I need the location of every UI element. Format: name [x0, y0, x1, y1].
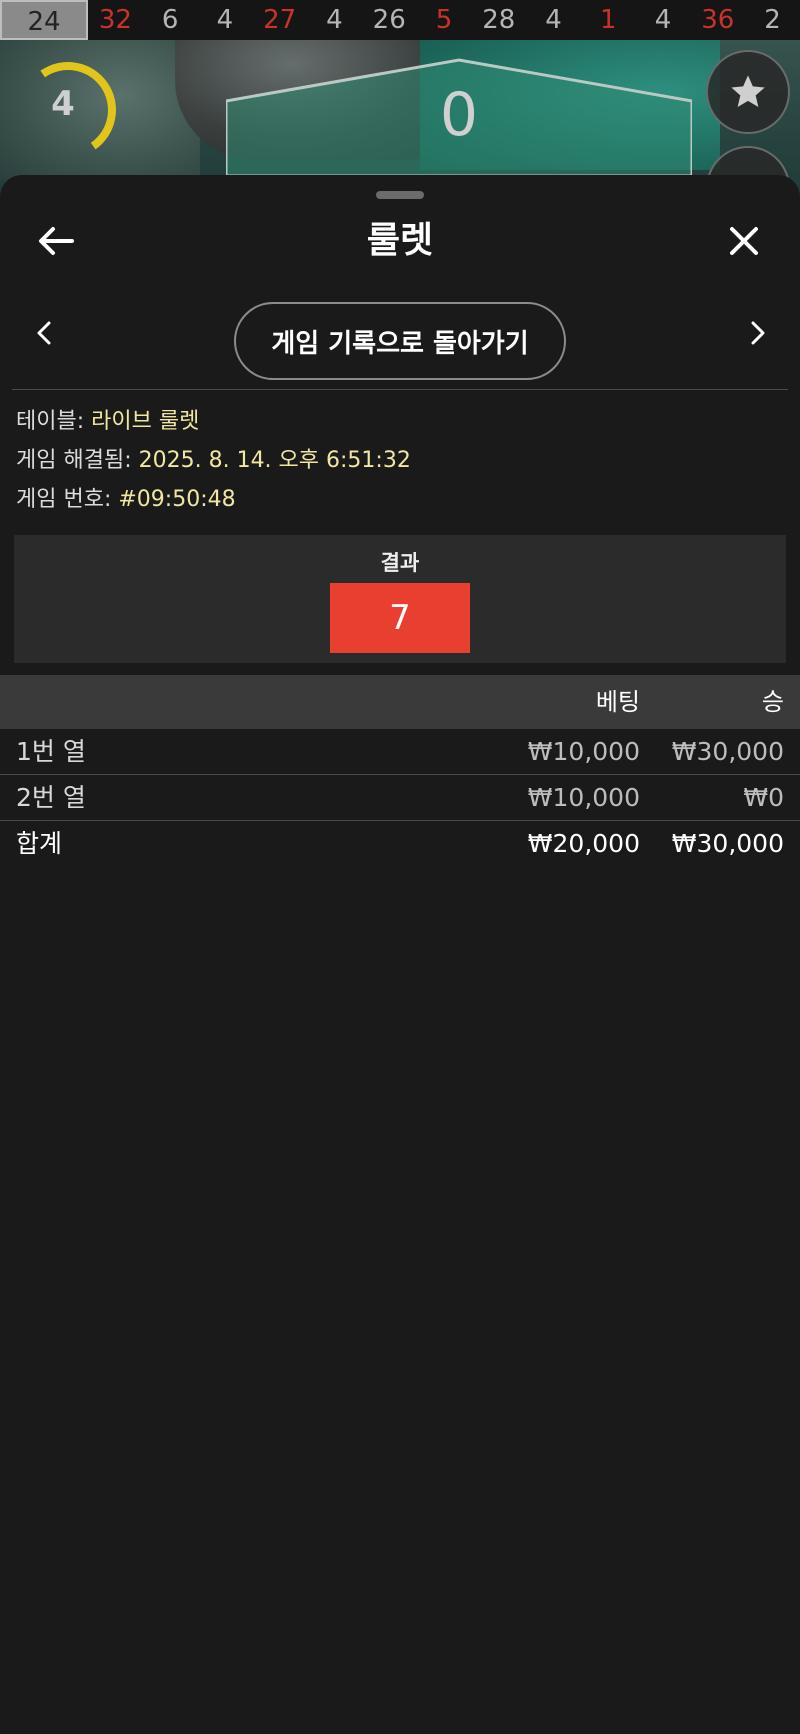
column-header-bet: 베팅: [595, 688, 640, 716]
table-row: 1번 열 ₩10,000 ₩30,000: [0, 729, 800, 775]
chevron-right-icon: [751, 321, 765, 345]
favorite-button[interactable]: [706, 50, 790, 134]
win-amount: ₩30,000: [671, 737, 784, 766]
close-button[interactable]: [718, 215, 770, 267]
history-number: 36: [701, 5, 735, 35]
next-game-button[interactable]: [740, 305, 776, 361]
info-settled-time: 게임 해결됨: 2025. 8. 14. 오후 6:51:32: [16, 446, 411, 476]
bet-amount: ₩10,000: [527, 783, 640, 812]
bet-amount: ₩10,000: [527, 737, 640, 766]
history-number: 5: [435, 5, 453, 35]
table-header: 베팅 승: [0, 675, 800, 729]
close-icon: [730, 227, 758, 255]
info-label: 게임 해결됨:: [16, 448, 139, 473]
info-value: #09:50:48: [118, 487, 236, 512]
result-label: 결과: [380, 551, 420, 575]
bet-label: 1번 열: [16, 737, 86, 766]
history-number: 1: [600, 5, 617, 35]
sheet-grab-handle[interactable]: [376, 191, 424, 199]
result-number-tile: 7: [330, 583, 470, 653]
zero-number: 0: [439, 80, 479, 150]
game-detail-sheet: 룰렛 게임 기록으로 돌아가기 테이블: 라이브 룰렛 게임 해결됨: 2025…: [0, 175, 800, 1734]
history-number: 32: [98, 5, 132, 35]
divider: [12, 389, 788, 390]
total-label: 합계: [16, 829, 63, 858]
history-number: 4: [654, 5, 672, 35]
previous-game-button[interactable]: [26, 305, 62, 361]
bet-label: 2번 열: [16, 783, 86, 812]
result-box: 결과 7: [14, 535, 786, 663]
arrow-left-icon: [39, 227, 74, 255]
back-to-history-button[interactable]: 게임 기록으로 돌아가기: [234, 302, 566, 380]
info-table: 테이블: 라이브 룰렛: [16, 407, 199, 437]
info-label: 게임 번호:: [16, 487, 119, 512]
back-button[interactable]: [30, 215, 82, 267]
info-game-number: 게임 번호: #09:50:48: [16, 485, 236, 515]
total-bet-amount: ₩20,000: [527, 829, 640, 858]
table-row: 2번 열 ₩10,000 ₩0: [0, 775, 800, 821]
results-history-strip: 24 32 6 4 27 4 26 5 28 4 1 4 36 2: [0, 0, 800, 40]
win-amount: ₩0: [743, 783, 784, 812]
total-win-amount: ₩30,000: [671, 829, 784, 858]
total-row: 합계 ₩20,000 ₩30,000: [0, 821, 800, 867]
info-value: 2025. 8. 14. 오후 6:51:32: [138, 448, 411, 473]
history-number: 27: [263, 5, 297, 35]
info-value: 라이브 룰렛: [91, 409, 200, 434]
column-header-win: 승: [761, 688, 784, 716]
history-number: 4: [326, 5, 343, 35]
history-number: 6: [161, 5, 179, 35]
history-number: 28: [482, 5, 516, 35]
history-number: 26: [372, 5, 406, 35]
bets-table: 베팅 승 1번 열 ₩10,000 ₩30,000 2번 열 ₩10,000 ₩…: [0, 675, 800, 867]
zero-pocket: 0: [226, 56, 692, 176]
chevron-left-icon: [37, 321, 51, 345]
history-number: 24: [0, 0, 88, 40]
page-title: 룰렛: [366, 220, 434, 261]
info-label: 테이블:: [16, 409, 92, 434]
history-number: 4: [545, 5, 562, 35]
star-icon: [731, 75, 765, 107]
history-number: 2: [764, 5, 781, 35]
countdown-value: 4: [51, 84, 75, 124]
history-number: 4: [216, 5, 234, 35]
